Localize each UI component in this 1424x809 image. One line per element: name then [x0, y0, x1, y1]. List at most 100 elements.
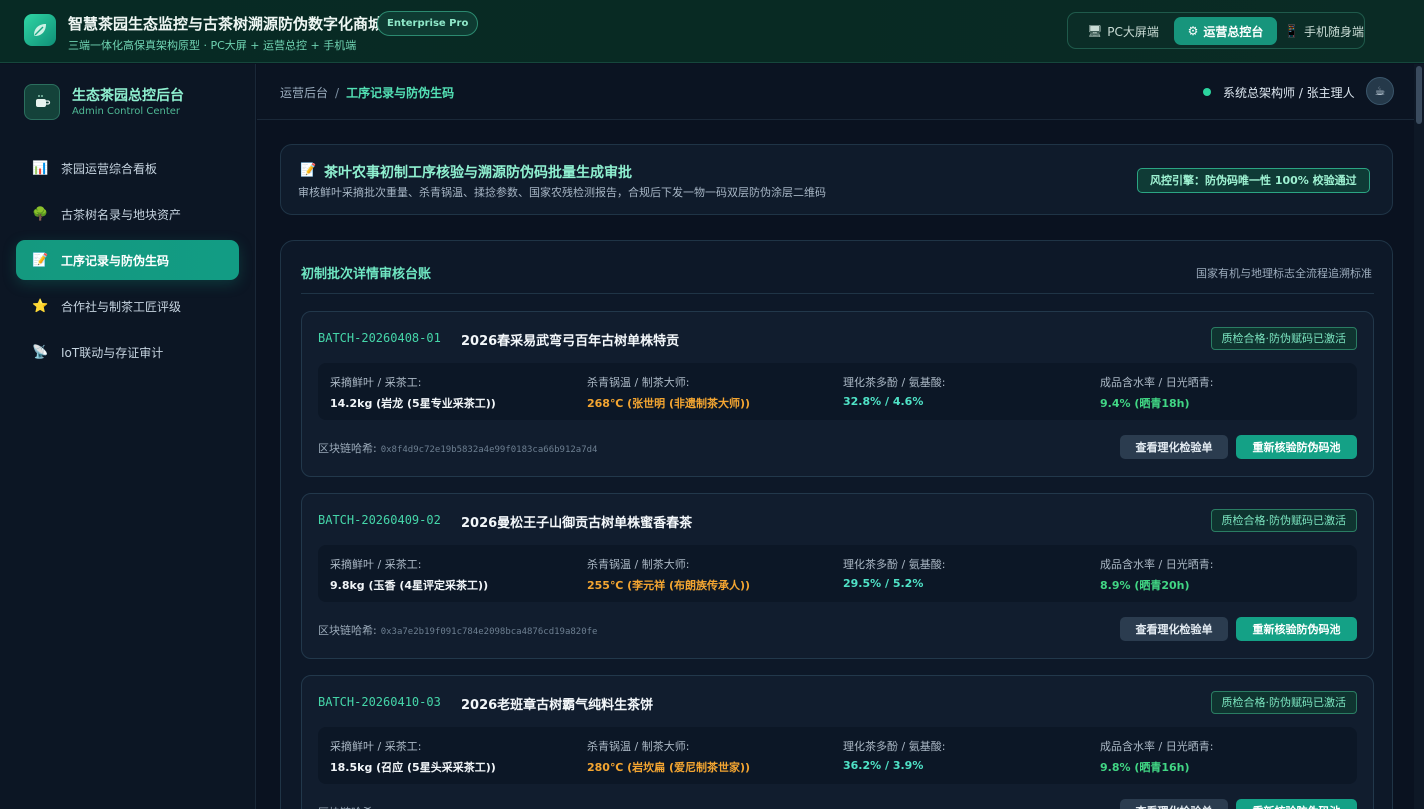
metric-label: 杀青锅温 / 制茶大师: [587, 376, 690, 389]
notice-description: 审核鲜叶采摘批次重量、杀青锅温、揉捻参数、国家农残检测报告，合规后下发一物一码双… [298, 186, 826, 199]
batch-metrics: 采摘鲜叶 / 采茶工: 14.2kg (岩龙 (5星专业采茶工)) 杀青锅温 /… [318, 363, 1357, 420]
metric-label: 理化茶多酚 / 氨基酸: [843, 740, 946, 753]
metric-value: 9.4% (晒青18h) [1100, 397, 1190, 410]
edition-badge: Enterprise Pro [377, 11, 479, 36]
batch-name: 2026春采易武弯弓百年古树单株特贡 [461, 334, 680, 349]
avatar-icon: ☕ [1374, 84, 1386, 98]
status-badge: 质检合格·防伪赋码已激活 [1210, 327, 1357, 350]
recheck-code-pool-button[interactable]: 重新核验防伪码池 [1236, 617, 1357, 641]
recheck-code-pool-button[interactable]: 重新核验防伪码池 [1236, 799, 1357, 809]
metric-kill-green: 杀青锅温 / 制茶大师: 255℃ (李元祥 (布朗族传承人)) [587, 556, 750, 593]
metric-pick: 采摘鲜叶 / 采茶工: 18.5kg (召应 (5星头采采茶工)) [330, 738, 496, 775]
app-logo [24, 14, 56, 46]
metric-pick: 采摘鲜叶 / 采茶工: 14.2kg (岩龙 (5星专业采茶工)) [330, 374, 496, 411]
sidebar-item-label: IoT联动与存证审计 [61, 345, 164, 360]
sidebar-item-tree-registry[interactable]: 🌳 古茶树名录与地块资产 [16, 194, 239, 234]
batch-id: BATCH-20260409-02 [318, 513, 441, 527]
document-icon: 📝 [32, 252, 49, 268]
chain-label: 区块链哈希: [318, 442, 377, 455]
batch-card: BATCH-20260408-01 2026春采易武弯弓百年古树单株特贡 质检合… [301, 311, 1374, 477]
chain-hash: 0x8f4d9c72e19b5832a4e99f0183ca66b912a7d4 [380, 445, 598, 455]
metric-value: 36.2% / 3.9% [843, 759, 924, 772]
leaf-icon [34, 24, 46, 36]
notice-title: 茶叶农事初制工序核验与溯源防伪码批量生成审批 [324, 165, 632, 181]
ledger-standard: 国家有机与地理标志全流程追溯标准 [1196, 267, 1372, 280]
sidebar-item-dashboard[interactable]: 📊 茶园运营综合看板 [16, 148, 239, 188]
metric-pick: 采摘鲜叶 / 采茶工: 9.8kg (玉香 (4星评定采茶工)) [330, 556, 488, 593]
recheck-code-pool-button[interactable]: 重新核验防伪码池 [1236, 435, 1357, 459]
view-inspection-report-button[interactable]: 查看理化检验单 [1120, 435, 1228, 459]
chain-hash: 0x3a7e2b19f091c784e2098bca4876cd19a820fe [380, 627, 598, 637]
view-switcher: 🖥 PC大屏端 ⚙ 运营总控台 📱 手机随身端 [1067, 12, 1365, 49]
batch-card: BATCH-20260410-03 2026老班章古树霸气纯料生茶饼 质检合格·… [301, 675, 1374, 809]
sidebar-subtitle: Admin Control Center [72, 106, 181, 117]
metric-moisture: 成品含水率 / 日光晒青: 9.4% (晒青18h) [1100, 374, 1213, 411]
scrollbar-thumb[interactable] [1416, 66, 1422, 124]
status-badge: 质检合格·防伪赋码已激活 [1210, 691, 1357, 714]
metric-moisture: 成品含水率 / 日光晒青: 9.8% (晒青16h) [1100, 738, 1213, 775]
app-subtitle: 三端一体化高保真架构原型 · PC大屏 + 运营总控 + 手机端 [68, 39, 357, 52]
metric-value: 255℃ (李元祥 (布朗族传承人)) [587, 579, 751, 592]
view-inspection-report-button[interactable]: 查看理化检验单 [1120, 617, 1228, 641]
batch-id: BATCH-20260408-01 [318, 331, 441, 345]
metric-label: 采摘鲜叶 / 采茶工: [330, 558, 422, 571]
metric-label: 采摘鲜叶 / 采茶工: [330, 376, 422, 389]
metric-label: 成品含水率 / 日光晒青: [1100, 740, 1214, 753]
sidebar-item-process-records[interactable]: 📝 工序记录与防伪生码 [16, 240, 239, 280]
metric-kill-green: 杀青锅温 / 制茶大师: 280℃ (岩坎扁 (爱尼制茶世家)) [587, 738, 750, 775]
metric-value: 8.9% (晒青20h) [1100, 579, 1190, 592]
approval-notice-panel: 📝 茶叶农事初制工序核验与溯源防伪码批量生成审批 审核鲜叶采摘批次重量、杀青锅温… [280, 144, 1393, 215]
online-status-dot [1203, 88, 1211, 96]
sidebar-logo [24, 84, 60, 120]
avatar[interactable]: ☕ [1366, 77, 1394, 105]
metric-label: 杀青锅温 / 制茶大师: [587, 740, 690, 753]
sidebar-item-label: 茶园运营综合看板 [61, 161, 158, 176]
metric-value: 9.8kg (玉香 (4星评定采茶工)) [330, 579, 489, 592]
satellite-icon: 📡 [32, 344, 49, 360]
batch-metrics: 采摘鲜叶 / 采茶工: 18.5kg (召应 (5星头采采茶工)) 杀青锅温 /… [318, 727, 1357, 784]
batch-metrics: 采摘鲜叶 / 采茶工: 9.8kg (玉香 (4星评定采茶工)) 杀青锅温 / … [318, 545, 1357, 602]
metric-value: 14.2kg (岩龙 (5星专业采茶工)) [330, 397, 496, 410]
bar-chart-icon: 📊 [32, 160, 49, 176]
metric-chemistry: 理化茶多酚 / 氨基酸: 36.2% / 3.9% [843, 738, 945, 772]
view-mobile-button[interactable]: 📱 手机随身端 [1284, 17, 1364, 45]
metric-value: 9.8% (晒青16h) [1100, 761, 1190, 774]
user-name: 系统总架构师 / 张主理人 [1223, 86, 1355, 100]
document-icon: 📝 [300, 163, 317, 178]
metric-chemistry: 理化茶多酚 / 氨基酸: 29.5% / 5.2% [843, 556, 945, 590]
batch-name: 2026曼松王子山御贡古树单株蜜香春茶 [461, 516, 693, 531]
blockchain-hash-row: 区块链哈希: 0x3a7e2b19f091c784e2098bca4876cd19… [318, 622, 597, 638]
view-pc-screen-button[interactable]: 🖥 PC大屏端 [1076, 17, 1170, 45]
scrollbar-track[interactable] [1414, 64, 1424, 809]
app-title: 智慧茶园生态监控与古茶树溯源防伪数字化商城 [68, 15, 384, 33]
sidebar-item-label: 古茶树名录与地块资产 [61, 207, 182, 222]
metric-label: 成品含水率 / 日光晒青: [1100, 558, 1214, 571]
risk-engine-badge: 风控引擎：防伪码唯一性 100% 校验通过 [1137, 168, 1370, 193]
sidebar-item-cooperative-rating[interactable]: ⭐ 合作社与制茶工匠评级 [16, 286, 239, 326]
view-pc-screen-label: PC大屏端 [1107, 24, 1159, 39]
breadcrumb-current: 工序记录与防伪生码 [346, 86, 455, 100]
blockchain-hash-row: 区块链哈希:0x9cab18e7f69103b5682d10ae36980bbe… [318, 804, 597, 809]
divider [301, 293, 1374, 294]
view-inspection-report-button[interactable]: 查看理化检验单 [1120, 799, 1228, 809]
metric-value: 280℃ (岩坎扁 (爱尼制茶世家)) [587, 761, 751, 774]
sidebar-item-iot-audit[interactable]: 📡 IoT联动与存证审计 [16, 332, 239, 372]
monitor-icon: 🖥 [1087, 24, 1103, 38]
metric-label: 杀青锅温 / 制茶大师: [587, 558, 690, 571]
chain-label: 区块链哈希: [318, 624, 377, 637]
ledger-title: 初制批次详情审核台账 [301, 267, 432, 282]
view-ops-console-button[interactable]: ⚙ 运营总控台 [1174, 17, 1277, 45]
batch-ledger-panel: 初制批次详情审核台账 国家有机与地理标志全流程追溯标准 BATCH-202604… [280, 240, 1393, 809]
view-ops-console-label: 运营总控台 [1203, 24, 1264, 39]
sidebar-title: 生态茶园总控后台 [72, 88, 184, 104]
gear-icon: ⚙ [1187, 24, 1199, 38]
sidebar: 生态茶园总控后台 Admin Control Center 📊 茶园运营综合看板… [0, 64, 256, 809]
blockchain-hash-row: 区块链哈希: 0x8f4d9c72e19b5832a4e99f0183ca66b9… [318, 440, 597, 456]
metric-value: 268℃ (张世明 (非遗制茶大师)) [587, 397, 751, 410]
sidebar-item-label: 工序记录与防伪生码 [61, 253, 170, 268]
breadcrumb-root[interactable]: 运营后台 [280, 86, 328, 100]
batch-card: BATCH-20260409-02 2026曼松王子山御贡古树单株蜜香春茶 质检… [301, 493, 1374, 659]
batch-id: BATCH-20260410-03 [318, 695, 441, 709]
view-mobile-label: 手机随身端 [1303, 24, 1364, 39]
batch-name: 2026老班章古树霸气纯料生茶饼 [461, 698, 654, 713]
